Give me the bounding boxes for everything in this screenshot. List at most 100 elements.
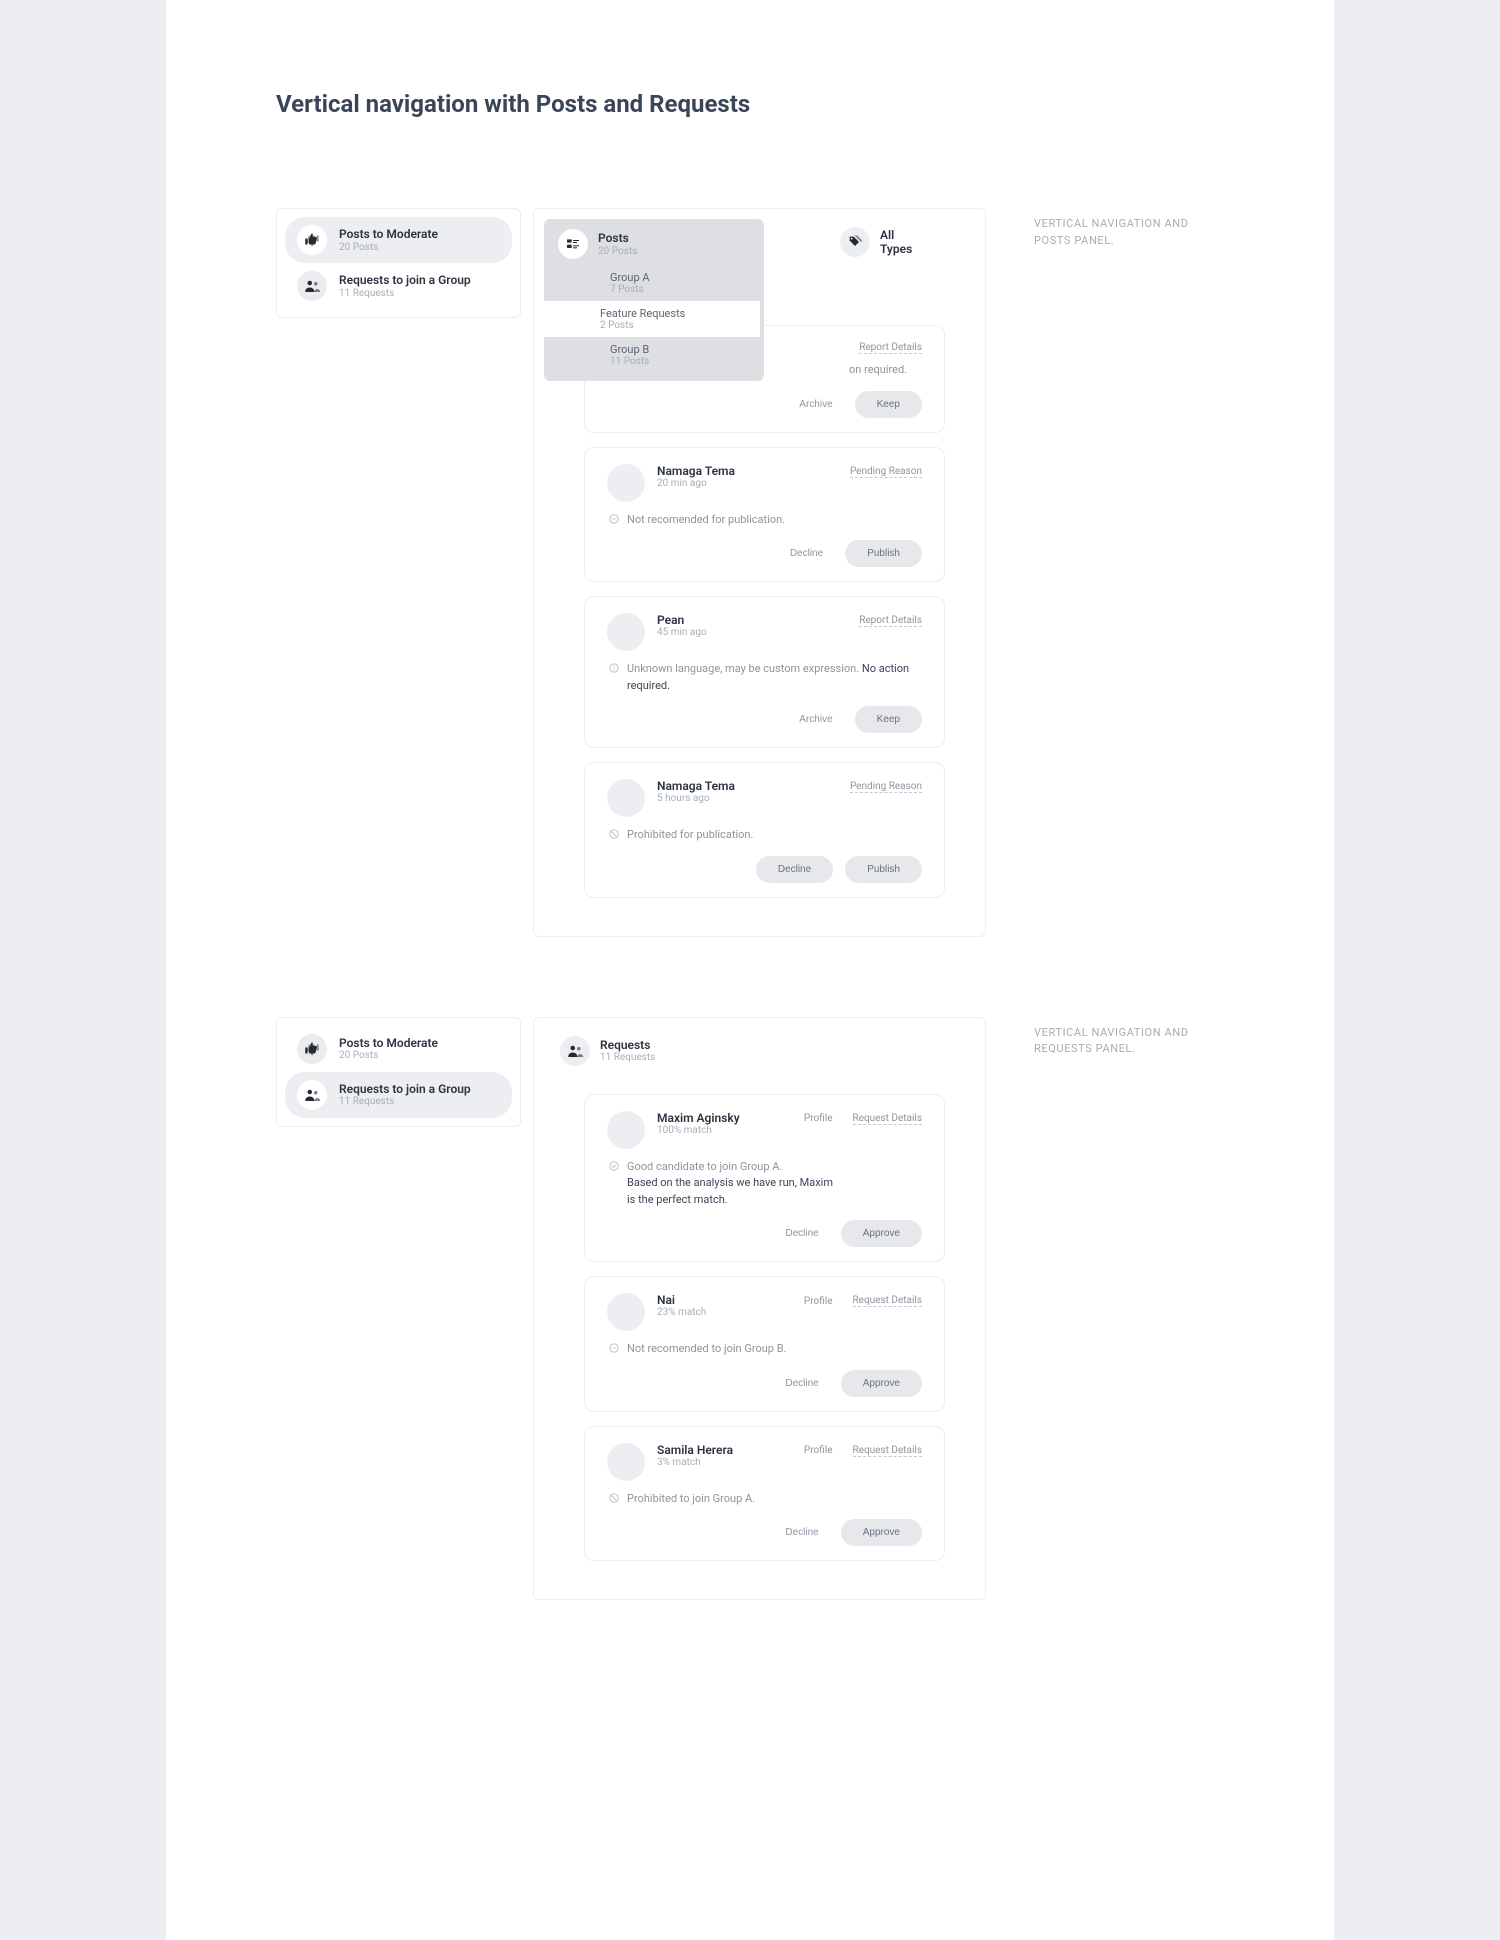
card-meta: 45 min ago: [657, 627, 707, 638]
dropdown-label: Posts: [598, 231, 637, 245]
avatar: [607, 1443, 645, 1481]
keep-button[interactable]: Keep: [855, 391, 922, 418]
card-title: Namaga Tema: [657, 779, 735, 793]
nav-item-requests[interactable]: Requests to join a Group 11 Requests: [285, 263, 512, 309]
avatar: [607, 1293, 645, 1331]
warning-circle-icon: [609, 663, 619, 673]
report-details-link[interactable]: Report Details: [859, 342, 922, 354]
ban-circle-icon: [609, 829, 619, 839]
posts-icon: [558, 229, 588, 259]
profile-link[interactable]: Profile: [804, 1445, 833, 1456]
sidebar-panel: Posts to Moderate 20 Posts Requests to j…: [276, 208, 521, 318]
ban-circle-icon: [609, 1493, 619, 1503]
card-title: Namaga Tema: [657, 464, 735, 478]
card-body: Unknown language, may be custom expressi…: [627, 661, 922, 694]
requests-header[interactable]: Requests 11 Requests: [550, 1028, 969, 1074]
people-icon: [560, 1036, 590, 1066]
types-label: All Types: [880, 228, 919, 256]
dropdown-sub: 20 Posts: [598, 246, 637, 257]
card-body: Not recomended to join Group B.: [627, 1341, 786, 1358]
nav-item-posts[interactable]: Posts to Moderate 20 Posts: [285, 217, 512, 263]
publish-button[interactable]: Publish: [845, 856, 922, 883]
post-card: Namaga Tema 20 min ago Pending Reason No…: [584, 447, 945, 583]
approve-button[interactable]: Approve: [841, 1220, 922, 1247]
header-label: Requests: [600, 1038, 655, 1052]
avatar: [607, 464, 645, 502]
avatar: [607, 779, 645, 817]
pending-reason-link[interactable]: Pending Reason: [850, 781, 922, 793]
minus-circle-icon: [609, 1343, 619, 1353]
post-card: Pean 45 min ago Report Details Unknown l…: [584, 596, 945, 748]
thumbs-icon: [297, 225, 327, 255]
card-title: Pean: [657, 613, 707, 627]
archive-button[interactable]: Archive: [789, 708, 842, 731]
card-body: Prohibited for publication.: [627, 827, 753, 844]
approve-button[interactable]: Approve: [841, 1519, 922, 1546]
nav-sub: 20 Posts: [339, 1050, 438, 1061]
card-body: on required.: [849, 362, 907, 379]
caption-requests: VERTICAL NAVIGATION AND REQUESTS PANEL.: [1034, 1017, 1224, 1058]
card-meta: 20 min ago: [657, 478, 735, 489]
header-sub: 11 Requests: [600, 1052, 655, 1063]
decline-button[interactable]: Decline: [780, 542, 833, 565]
archive-button[interactable]: Archive: [789, 393, 842, 416]
report-details-link[interactable]: Report Details: [859, 615, 922, 627]
check-circle-icon: [609, 1161, 619, 1171]
profile-link[interactable]: Profile: [804, 1113, 833, 1124]
keep-button[interactable]: Keep: [855, 706, 922, 733]
dropdown-item-feature-requests[interactable]: Feature Requests 2 Posts: [544, 301, 760, 337]
dropdown-item-group-b[interactable]: Group B 11 Posts: [600, 337, 764, 373]
request-details-link[interactable]: Request Details: [853, 1113, 922, 1125]
nav-item-requests[interactable]: Requests to join a Group 11 Requests: [285, 1072, 512, 1118]
nav-label: Requests to join a Group: [339, 273, 471, 287]
profile-link[interactable]: Profile: [804, 1296, 833, 1307]
nav-sub: 11 Requests: [339, 288, 471, 299]
posts-panel: Posts 20 Posts Group A 7 Posts Feature R…: [533, 208, 986, 937]
minus-circle-icon: [609, 514, 619, 524]
card-body: Prohibited to join Group A.: [627, 1491, 755, 1508]
card-meta: 23% match: [657, 1307, 706, 1318]
card-meta: 100% match: [657, 1125, 740, 1136]
request-card: Maxim Aginsky 100% match Profile Request…: [584, 1094, 945, 1263]
types-dropdown[interactable]: All Types: [830, 219, 929, 265]
request-card: Nai 23% match Profile Request Details No…: [584, 1276, 945, 1412]
page-title: Vertical navigation with Posts and Reque…: [276, 90, 1224, 118]
nav-sub: 20 Posts: [339, 242, 438, 253]
example-requests: Posts to Moderate 20 Posts Requests to j…: [276, 1017, 1224, 1601]
approve-button[interactable]: Approve: [841, 1370, 922, 1397]
request-details-link[interactable]: Request Details: [853, 1445, 922, 1457]
pending-reason-link[interactable]: Pending Reason: [850, 466, 922, 478]
nav-label: Posts to Moderate: [339, 227, 438, 241]
tags-icon: [840, 227, 870, 257]
nav-sub: 11 Requests: [339, 1096, 471, 1107]
publish-button[interactable]: Publish: [845, 540, 922, 567]
request-card: Samila Herera 3% match Profile Request D…: [584, 1426, 945, 1562]
sidebar-panel: Posts to Moderate 20 Posts Requests to j…: [276, 1017, 521, 1127]
card-body: Not recomended for publication.: [627, 512, 785, 529]
thumbs-icon: [297, 1034, 327, 1064]
dropdown-item-group-a[interactable]: Group A 7 Posts: [600, 265, 764, 301]
card-title: Maxim Aginsky: [657, 1111, 740, 1125]
nav-label: Posts to Moderate: [339, 1036, 438, 1050]
card-meta: 5 hours ago: [657, 793, 735, 804]
requests-panel: Requests 11 Requests Maxim Aginsky 100% …: [533, 1017, 986, 1601]
request-details-link[interactable]: Request Details: [853, 1295, 922, 1307]
decline-button[interactable]: Decline: [775, 1222, 828, 1245]
avatar: [607, 1111, 645, 1149]
people-icon: [297, 1080, 327, 1110]
card-body: Good candidate to join Group A.Based on …: [627, 1159, 837, 1209]
nav-item-posts[interactable]: Posts to Moderate 20 Posts: [285, 1026, 512, 1072]
people-icon: [297, 271, 327, 301]
posts-dropdown[interactable]: Posts 20 Posts Group A 7 Posts Feature R…: [544, 219, 764, 381]
card-title: Samila Herera: [657, 1443, 733, 1457]
post-card: Namaga Tema 5 hours ago Pending Reason P…: [584, 762, 945, 898]
nav-label: Requests to join a Group: [339, 1082, 471, 1096]
example-posts: Posts to Moderate 20 Posts Requests to j…: [276, 208, 1224, 937]
card-meta: 3% match: [657, 1457, 733, 1468]
decline-button[interactable]: Decline: [756, 856, 833, 883]
decline-button[interactable]: Decline: [775, 1372, 828, 1395]
card-title: Nai: [657, 1293, 706, 1307]
avatar: [607, 613, 645, 651]
decline-button[interactable]: Decline: [775, 1521, 828, 1544]
caption-posts: VERTICAL NAVIGATION AND POSTS PANEL.: [1034, 208, 1224, 249]
